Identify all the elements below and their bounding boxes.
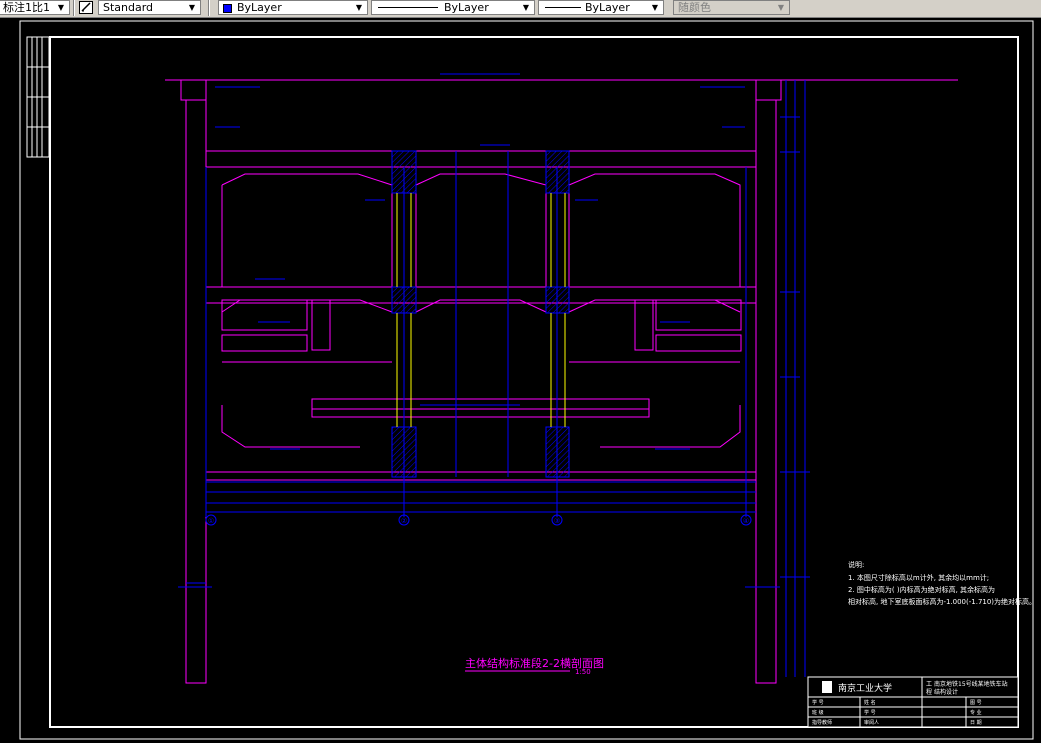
- right-diaphragm-wall: [745, 79, 782, 684]
- axis-label: ④: [743, 517, 749, 525]
- plot-style-dropdown[interactable]: 随颜色 ▼: [673, 0, 790, 15]
- toolbar-separator: [208, 0, 210, 16]
- dim-style-value: 标注1比1: [3, 1, 50, 14]
- linetype-value: ByLayer: [444, 1, 489, 14]
- toolbar-separator: [73, 0, 75, 16]
- tb-cell: 审阅人: [864, 719, 879, 726]
- base-slab: [205, 471, 757, 513]
- dim-style-dropdown[interactable]: 标注1比1 ▼: [0, 0, 70, 15]
- tb-cell: 学 号: [812, 699, 824, 706]
- tb-cell: 学 号: [864, 709, 876, 716]
- chevron-down-icon: ▼: [651, 3, 659, 12]
- tb-cell: 图 号: [970, 700, 982, 706]
- drawing-canvas[interactable]: ① ② ③ ④ 主体结构标准段2-2横剖面图 1:50 说明: 1. 本图尺寸除…: [0, 17, 1041, 743]
- color-dropdown[interactable]: ByLayer ▼: [218, 0, 368, 15]
- axis-label: ②: [401, 517, 407, 525]
- project-subtitle: 结构设计: [934, 688, 958, 696]
- sheet-inner-frame: [49, 36, 1019, 728]
- tb-cell: 班 级: [812, 709, 824, 716]
- color-value: ByLayer: [237, 1, 282, 14]
- left-diaphragm-wall: [178, 79, 212, 684]
- lineweight-value: ByLayer: [585, 1, 630, 14]
- linetype-dropdown[interactable]: ByLayer ▼: [371, 0, 535, 15]
- right-dimension-chain: [780, 80, 810, 677]
- tb-cell: 指导教师: [812, 719, 832, 726]
- note-line: 相对标高, 地下室底板面标高为-1.000(-1.710)为绝对标高。: [848, 597, 1036, 606]
- school-logo: [822, 681, 832, 693]
- chevron-down-icon: ▼: [355, 3, 363, 12]
- project-name: 南京地铁15号线某地铁车站: [934, 680, 1008, 688]
- properties-toolbar: 标注1比1 ▼ Standard ▼ ByLayer ▼ ByLayer ▼ B…: [0, 0, 1041, 18]
- dimension-annotations: [215, 86, 745, 450]
- axis-label: ①: [208, 517, 214, 525]
- lineweight-dropdown[interactable]: ByLayer ▼: [538, 0, 664, 15]
- text-style-value: Standard: [103, 1, 154, 14]
- notes-heading: 说明:: [848, 560, 864, 569]
- tb-cell: 专 业: [970, 709, 982, 716]
- middle-slab: [205, 286, 757, 304]
- axis-label: ③: [554, 517, 560, 525]
- note-line: 2. 图中标高为( )内标高为绝对标高, 其余标高为: [848, 585, 995, 594]
- hatched-column-nodes: [391, 150, 570, 478]
- column-rebar: [396, 193, 566, 427]
- text-style-dropdown[interactable]: Standard ▼: [98, 0, 201, 15]
- axis-labels: ① ② ③ ④: [208, 517, 749, 525]
- drawing-scale: 1:50: [575, 668, 591, 676]
- sheet-outer-border: [19, 20, 1034, 740]
- lineweight-sample: [545, 7, 581, 8]
- project-label: 程: [926, 688, 932, 696]
- note-line: 1. 本图尺寸除标高以m计外, 其余均以mm计;: [848, 573, 989, 582]
- school-name: 南京工业大学: [838, 682, 892, 694]
- chevron-down-icon: ▼: [522, 3, 530, 12]
- tb-cell: 姓 名: [864, 699, 876, 706]
- chevron-down-icon: ▼: [57, 3, 65, 12]
- upper-floor-outline: [221, 173, 741, 288]
- title-block: 南京工业大学 工 程 南京地铁15号线某地铁车站 结构设计 学 号 姓 名 图 …: [807, 676, 1019, 728]
- color-swatch: [223, 4, 232, 13]
- pencil-style-icon[interactable]: [79, 1, 93, 14]
- axis-grid: [205, 151, 752, 526]
- tb-cell: 日 期: [970, 720, 982, 726]
- top-slab: [205, 150, 757, 168]
- binding-strip: [26, 36, 50, 158]
- linetype-sample: [378, 7, 438, 8]
- chevron-down-icon: ▼: [188, 3, 196, 12]
- notes-block: 说明: 1. 本图尺寸除标高以m计外, 其余均以mm计; 2. 图中标高为( )…: [848, 560, 1036, 606]
- project-label: 工: [926, 681, 932, 688]
- chevron-down-icon: ▼: [777, 3, 785, 12]
- platform-slab: [311, 398, 650, 418]
- plot-style-value: 随颜色: [678, 1, 711, 14]
